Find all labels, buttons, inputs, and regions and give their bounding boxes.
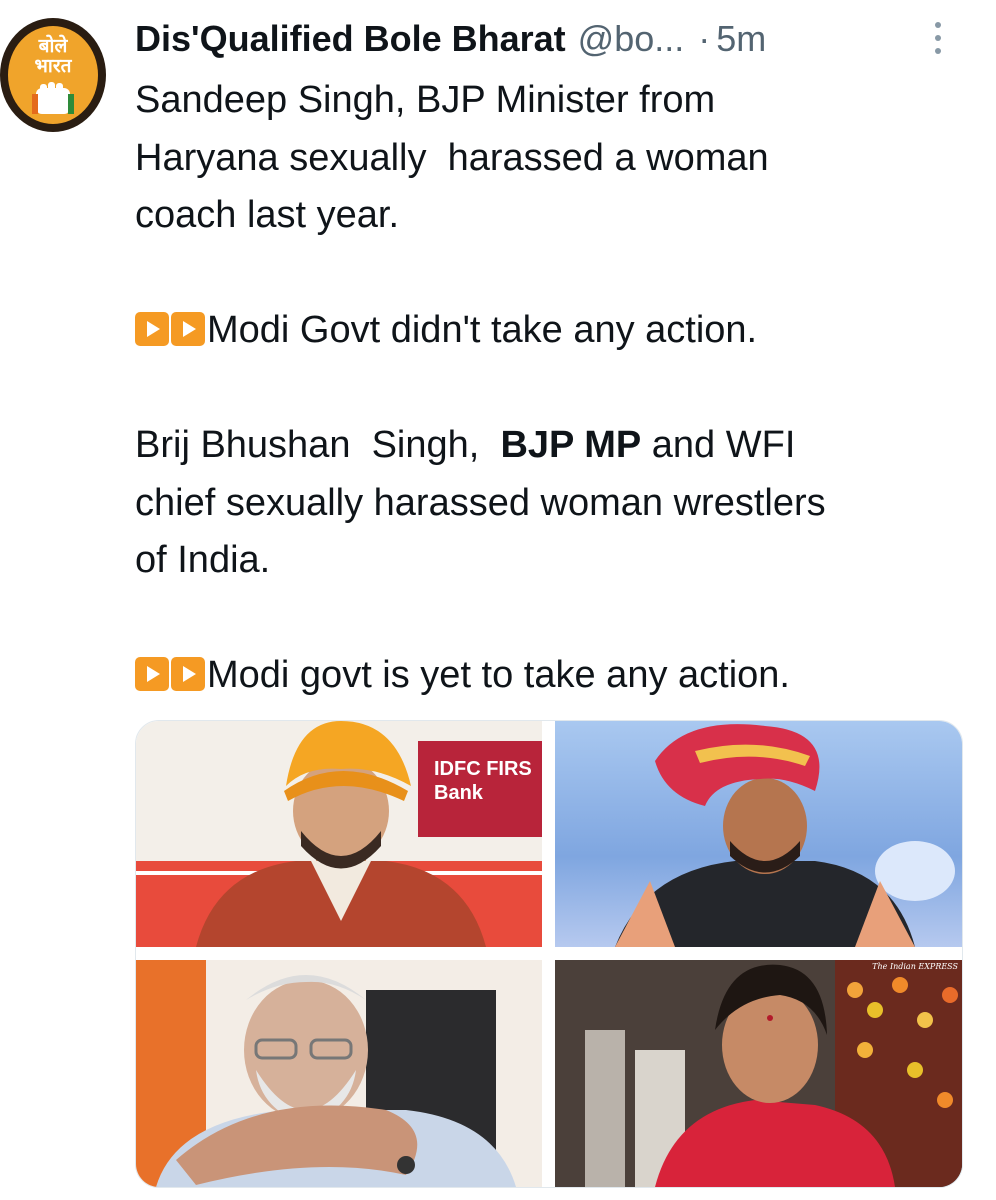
header-separator: · xyxy=(698,18,711,59)
user-handle[interactable]: @bo... xyxy=(578,18,685,60)
bold-text-segment: BJP MP xyxy=(500,424,642,466)
bank-sign-text: IDFC FIRS Bank xyxy=(434,758,532,804)
display-name[interactable]: Dis'Qualified Bole Bharat xyxy=(135,18,566,60)
tweet-text-segment: Modi govt is yet to take any action. xyxy=(207,654,790,696)
play-button-icon xyxy=(135,657,169,691)
tweet-text-segment: Modi Govt didn't take any action. xyxy=(207,309,758,351)
tweet-text-line: Sandeep Singh, BJP Minister from xyxy=(135,79,716,121)
media-photo-2[interactable] xyxy=(555,721,962,947)
media-photo-1[interactable]: IDFC FIRS Bank xyxy=(136,721,542,947)
media-photo-4[interactable]: The Indian EXPRESS xyxy=(555,960,962,1187)
tweet-text-line: Modi govt is yet to take any action. xyxy=(135,647,975,705)
media-photo-3[interactable] xyxy=(136,960,542,1187)
tweet-text-line: of India. xyxy=(135,539,271,581)
play-button-icon xyxy=(171,312,205,346)
media-grid: IDFC FIRS Bank The Indian EXPRESS xyxy=(135,720,963,1188)
tweet-text-segment: Brij Bhushan Singh, xyxy=(135,424,501,466)
photo-watermark: The Indian EXPRESS xyxy=(872,962,958,971)
avatar-logo-text: बोले भारत xyxy=(0,36,106,76)
photo-illustration xyxy=(555,960,962,1187)
logo-text-line1: बोले xyxy=(38,35,68,57)
tweet-text-line: Modi Govt didn't take any action. xyxy=(135,302,975,360)
tweet-text-line: Haryana sexually harassed a woman xyxy=(135,136,769,179)
play-button-icon xyxy=(135,312,169,346)
profile-avatar[interactable]: बोले भारत xyxy=(0,18,106,132)
tweet-text-segment: and WFI xyxy=(641,424,796,466)
photo-illustration xyxy=(136,960,516,1187)
tweet-text-line: chief sexually harassed woman wrestlers xyxy=(135,481,826,524)
raised-fist-icon xyxy=(32,82,74,114)
more-vertical-icon[interactable] xyxy=(928,22,948,62)
bank-sign: IDFC FIRS Bank xyxy=(418,741,542,837)
tweet-text: Sandeep Singh, BJP Minister from Haryana… xyxy=(135,72,975,705)
timestamp[interactable]: 5m xyxy=(716,18,766,60)
play-button-icon xyxy=(171,657,205,691)
tweet-text-line: Brij Bhushan Singh, BJP MP and WFI xyxy=(135,417,975,475)
photo-illustration xyxy=(615,724,955,947)
tweet-header: Dis'Qualified Bole Bharat @bo... · 5m xyxy=(135,14,766,64)
logo-text-line2: भारत xyxy=(34,55,72,77)
tweet-text-line: coach last year. xyxy=(135,194,400,236)
